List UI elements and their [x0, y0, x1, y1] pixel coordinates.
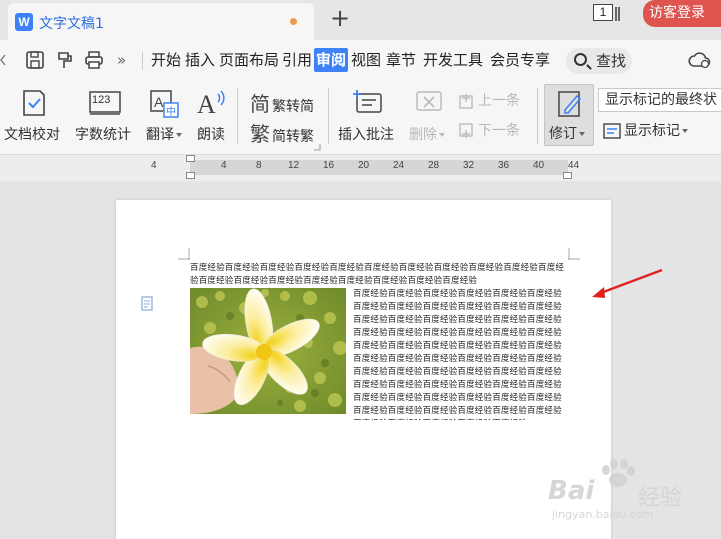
flower-photo[interactable]	[190, 288, 346, 414]
paragraph-layout-icon[interactable]	[141, 296, 157, 312]
document-tab[interactable]: W 文字文稿1	[8, 3, 314, 40]
chevron-left-icon[interactable]	[0, 54, 6, 66]
track-changes-icon	[558, 91, 582, 117]
dialog-launcher-icon[interactable]	[314, 144, 321, 151]
crop-mark	[178, 248, 190, 260]
first-line-indent-marker[interactable]	[186, 155, 195, 162]
paragraph-text-wrapped[interactable]: 百度经验百度经验百度经验百度经验百度经验百度经验百度经验百度经验百度经验百度经验…	[353, 288, 568, 420]
read-aloud-icon: A	[197, 90, 225, 118]
search-label: 查找	[596, 52, 627, 70]
frangipani-flower-image	[190, 288, 346, 414]
menu-item-references[interactable]: 引用	[282, 48, 312, 72]
ruler-tick: 40	[533, 160, 545, 171]
ruler-tick: 24	[393, 160, 405, 171]
svg-text:A: A	[154, 94, 164, 110]
track-changes-button[interactable]: 修订	[544, 84, 594, 146]
baidu-jingyan-watermark: Bai 经验 jingyan.baidu.com	[548, 458, 720, 528]
paragraph-text-top[interactable]: 百度经验百度经验百度经验百度经验百度经验百度经验百度经验百度经验百度经验百度经验…	[190, 262, 568, 289]
trad-to-simp-icon: 简	[250, 92, 270, 116]
menu-item-page-layout[interactable]: 页面布局	[219, 48, 279, 72]
menu-item-chapter[interactable]: 章节	[386, 48, 416, 72]
delete-comment-icon	[416, 91, 442, 111]
show-markup-icon	[603, 123, 621, 139]
search-icon	[574, 53, 587, 66]
track-changes-label: 修订	[549, 123, 585, 143]
show-markup-button[interactable]: 显示标记	[602, 120, 688, 140]
ruler-tick: 28	[428, 160, 440, 171]
translate-label: 翻译	[146, 124, 182, 144]
ribbon-divider	[328, 88, 329, 144]
tab-strip: W 文字文稿1 + 1 访客登录	[0, 0, 721, 40]
unsaved-indicator	[290, 18, 297, 25]
horizontal-ruler: 4 4 8 12 16 20 24 28 32 36 40 44	[0, 155, 721, 181]
previous-comment-button[interactable]: 上一条	[458, 90, 520, 110]
translate-icon: A中	[150, 90, 179, 118]
simp-to-trad-label: 简转繁	[272, 129, 314, 145]
document-page[interactable]: 百度经验百度经验百度经验百度经验百度经验百度经验百度经验百度经验百度经验百度经验…	[116, 200, 611, 539]
delete-comment-label: 删除	[409, 124, 445, 144]
ruler-tick: 20	[358, 160, 370, 171]
new-tab-button[interactable]: +	[330, 4, 350, 32]
menu-item-review[interactable]: 审阅	[314, 48, 349, 72]
ruler-tick: 8	[256, 160, 262, 171]
next-comment-button[interactable]: 下一条	[458, 120, 520, 140]
ruler-tick: 16	[323, 160, 335, 171]
display-markup-select[interactable]: 显示标记的最终状	[598, 88, 721, 112]
previous-comment-label: 上一条	[478, 93, 520, 109]
simp-to-trad-icon: 繁	[250, 122, 270, 146]
ruler-tick: 44	[568, 160, 580, 171]
crop-mark	[568, 248, 580, 260]
menu-item-view[interactable]: 视图	[351, 48, 381, 72]
next-comment-label: 下一条	[478, 123, 520, 139]
paw-logo-icon	[602, 459, 635, 487]
proofread-icon	[23, 90, 45, 116]
ruler-tick: 4	[151, 160, 157, 171]
word-count-icon-text: 123	[92, 94, 111, 106]
search-button[interactable]: 查找	[566, 48, 632, 74]
watermark-url: jingyan.baidu.com	[552, 508, 654, 521]
menu-bar: » 开始 插入 页面布局 引用 审阅 视图 章节 开发工具 会员专享 查找	[0, 40, 721, 80]
trad-to-simp-label: 繁转简	[272, 99, 314, 115]
visitor-login-button[interactable]: 访客登录	[643, 0, 721, 27]
document-tab-title: 文字文稿1	[39, 16, 104, 32]
simp-to-trad-button[interactable]: 繁简转繁	[250, 118, 314, 147]
format-painter-icon[interactable]	[55, 50, 75, 70]
more-quick-access-button[interactable]: »	[117, 48, 126, 72]
next-comment-icon	[459, 123, 473, 138]
annotation-arrow	[592, 268, 663, 298]
insert-comment-label: 插入批注	[338, 127, 394, 143]
right-indent-marker[interactable]	[563, 172, 572, 179]
ruler-tick: 12	[288, 160, 300, 171]
cloud-sync-icon[interactable]	[688, 50, 712, 70]
menu-item-member[interactable]: 会员专享	[490, 48, 550, 72]
previous-comment-icon	[459, 94, 473, 109]
insert-comment-icon	[353, 90, 382, 113]
show-markup-label: 显示标记	[624, 123, 680, 139]
ribbon-divider	[237, 88, 238, 144]
review-ribbon: 文档校对 123 字数统计 A中 翻译 A 朗读 简繁转简 繁简转繁 插入批注 …	[0, 80, 721, 155]
watermark-brand: Bai	[548, 476, 595, 506]
ruler-tick: 4	[221, 160, 227, 171]
print-icon[interactable]	[84, 50, 104, 70]
svg-text:中: 中	[166, 105, 176, 118]
ruler-tick: 32	[463, 160, 475, 171]
menu-item-developer[interactable]: 开发工具	[423, 48, 483, 72]
svg-text:A: A	[197, 90, 216, 118]
trad-to-simp-button[interactable]: 简繁转简	[250, 88, 314, 117]
word-count-label: 字数统计	[75, 127, 131, 143]
menu-divider	[142, 52, 143, 70]
read-aloud-label: 朗读	[197, 127, 225, 143]
proofread-label: 文档校对	[4, 127, 60, 143]
window-stack-icon	[615, 6, 623, 21]
menu-item-start[interactable]: 开始	[151, 48, 181, 72]
window-count-icon[interactable]: 1	[593, 4, 613, 21]
ruler-tick: 36	[498, 160, 510, 171]
ruler-text-area	[190, 160, 568, 175]
save-icon[interactable]	[25, 50, 45, 70]
ribbon-divider	[537, 88, 538, 144]
wps-writer-icon: W	[15, 13, 33, 31]
left-indent-marker[interactable]	[186, 172, 195, 179]
menu-item-insert[interactable]: 插入	[185, 48, 215, 72]
